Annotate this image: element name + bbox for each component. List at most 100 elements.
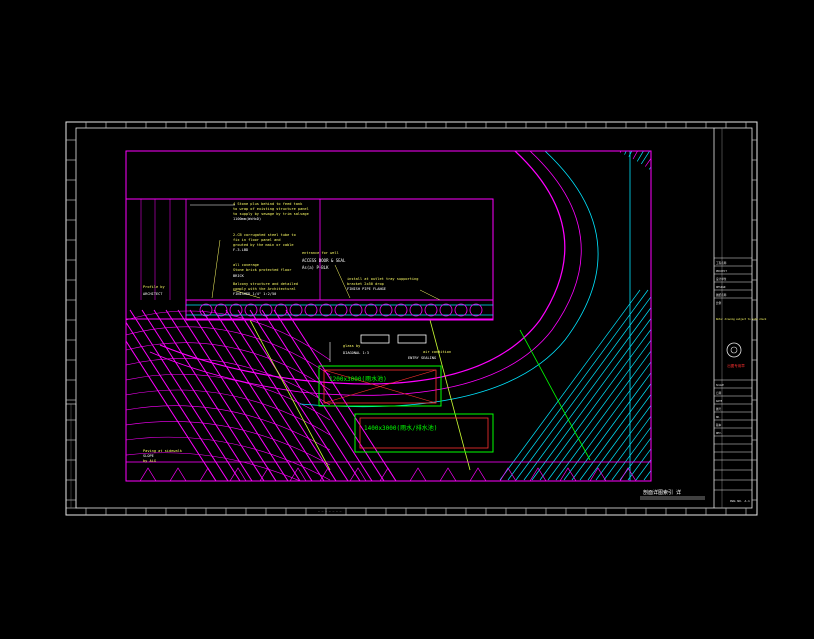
fan-line (598, 0, 666, 145)
diagonal-line (126, 340, 217, 481)
fan-line (664, 0, 814, 182)
fan-line (699, 130, 814, 233)
fan-line (653, 0, 814, 172)
pit-box-1: 1200x3000(雨水池) (318, 365, 442, 407)
fan-line (705, 181, 814, 251)
fan-line (595, 404, 651, 481)
fan-line (683, 48, 814, 204)
fan-line (660, 0, 814, 179)
cad-drawing-canvas: 工程名称 PROJECT 设计单位 DESIGN 图纸名称比例 SCALE 日期 DATE 图号… (65, 0, 814, 516)
fan-line (507, 289, 649, 481)
fan-line (632, 151, 638, 160)
slab-void (229, 303, 243, 317)
title-block-cell: SCALE (716, 383, 724, 387)
title-block-cell: DESIGN (716, 285, 726, 289)
fan-line (674, 16, 814, 192)
svg-text:Profile by: Profile by (143, 285, 165, 289)
left-legend-strip (65, 403, 77, 509)
slab-void (394, 303, 408, 317)
title-block-cell: 图纸名称 (716, 293, 727, 297)
title-block-cell: NO. (716, 415, 721, 419)
svg-text:Paving at sidewalk: Paving at sidewalk (143, 449, 183, 453)
fan-line (624, 151, 627, 155)
fan-line (628, 151, 633, 157)
curved-retaining-wall (159, 151, 566, 385)
diagonal-line (201, 309, 313, 481)
svg-text:SLOPE: SLOPE (143, 454, 154, 458)
title-block-note: Note: drawing subject to site check (716, 318, 767, 321)
curved-line (126, 310, 331, 361)
hollow-core-slab (199, 303, 483, 317)
title-block-drawing-number: DWG NO. A-1 (730, 499, 750, 503)
bottom-edge-marks (139, 467, 637, 481)
diagonal-line (126, 321, 229, 481)
pit-box-1-label: 1200x3000(雨水池) (329, 375, 387, 383)
title-block-cell: 图号 (716, 407, 722, 411)
fan-line (657, 0, 814, 175)
sheet-title: 剖面详图索引 详 (643, 489, 681, 496)
title-block-cell: REV. (716, 431, 722, 435)
title-block-stamp: 出图专用章 (727, 363, 745, 368)
annotation-note-10: Paving at sidewalk SLOPE by ALG (143, 449, 183, 463)
title-block-rows: 工程名称 PROJECT 设计单位 DESIGN 图纸名称比例 SCALE 日期 DATE 图号… (714, 257, 752, 491)
edge-mark (469, 467, 487, 481)
annotation-note-4: all coverage Stone brick protected floor… (233, 263, 292, 278)
plan-view: 4 Stone plus behind to feed tank to wrap… (125, 0, 814, 482)
svg-text:ARCHITECT: ARCHITECT (143, 292, 163, 296)
svg-text:ENTRY SEALING: ENTRY SEALING (408, 356, 436, 360)
fan-line (680, 37, 814, 200)
fan-line (602, 0, 678, 146)
edge-mark (439, 467, 457, 481)
annotation-note-8: glass by DIAGONAL 1:3 (343, 344, 369, 355)
svg-text:bracket 2x50 drop: bracket 2x50 drop (347, 282, 384, 286)
svg-text:FINISH PIPE FLANGE: FINISH PIPE FLANGE (347, 287, 386, 291)
fan-line (671, 6, 814, 188)
fan-line (667, 0, 814, 185)
diagonal-line (237, 309, 349, 481)
annotation-note-6: install at outlet tray supporting bracke… (347, 277, 418, 291)
slab-void (439, 303, 453, 317)
svg-text:comply with the Architectural: comply with the Architectural (233, 287, 296, 291)
fan-line (685, 59, 814, 207)
slab-void (409, 303, 423, 317)
slab-void (454, 303, 468, 317)
edge-mark (199, 467, 217, 481)
scale-ruler-text: — — — — — — — (318, 509, 342, 513)
svg-text:grouted by the main or cable: grouted by the main or cable (233, 243, 294, 247)
annotation-note-7: Profile by ARCHITECT (143, 285, 165, 296)
annotation-note-2: 2-CB corrugated steel tube to fix in flo… (233, 233, 296, 252)
fan-line (708, 221, 814, 266)
diagonal-line (249, 309, 361, 481)
slab-void (379, 303, 393, 317)
svg-text:As(a) P-BLK: As(a) P-BLK (302, 265, 329, 270)
fan-line (688, 70, 814, 211)
edge-mark (619, 467, 637, 481)
slab-void (274, 303, 288, 317)
building-section (125, 198, 494, 362)
slab-void (469, 303, 483, 317)
annotation-note-9: air condition ENTRY SEALING (408, 350, 451, 360)
fan-line (636, 151, 644, 162)
fan-line (539, 328, 651, 481)
fan-line (607, 0, 691, 147)
curved-line (126, 452, 301, 481)
slab-void (319, 303, 333, 317)
fan-line (648, 166, 651, 170)
svg-text:BRICK: BRICK (233, 274, 245, 278)
fan-line (579, 383, 651, 481)
svg-text:F-3-LBD: F-3-LBD (233, 248, 248, 252)
svg-text:glass by: glass by (343, 344, 361, 348)
magenta-diagonal-lines (126, 309, 397, 481)
slab-void (199, 303, 213, 317)
annotation-note-1: 4 Stone plus behind to feed tank to wrap… (233, 202, 309, 221)
fan-line (571, 372, 651, 481)
diagonal-line (141, 309, 253, 481)
annotation-note-3: entrance for well ACCESS DOOR & SEAL As(… (302, 251, 346, 270)
fan-line (702, 155, 814, 241)
svg-text:FINISHED 1/4" 1:2/50: FINISHED 1/4" 1:2/50 (233, 292, 276, 296)
fan-line (619, 151, 622, 153)
title-block-cell: 工程名称 (716, 261, 727, 265)
fan-line (677, 27, 814, 196)
slab-void (364, 303, 378, 317)
fan-line (693, 94, 814, 220)
